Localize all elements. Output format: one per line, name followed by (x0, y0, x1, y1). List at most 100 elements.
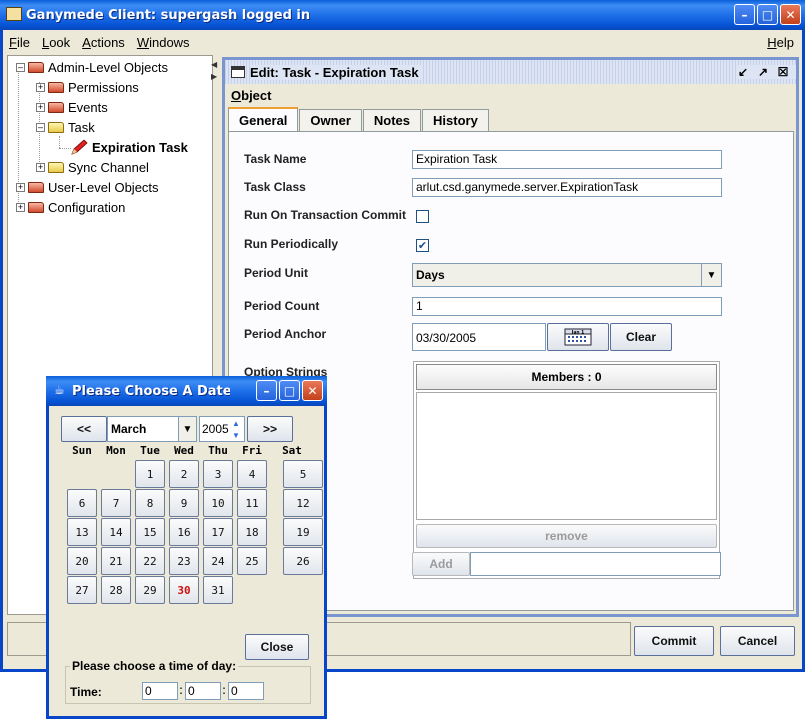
run-periodically-checkbox[interactable]: ✔ (416, 239, 429, 252)
add-button[interactable]: Add (412, 552, 470, 576)
dialog-title-bar[interactable]: ☕ Please Choose A Date And ... – □ ✕ (46, 376, 327, 406)
menu-object[interactable]: Object (231, 88, 271, 103)
period-anchor-field[interactable]: 03/30/2005 (412, 323, 546, 351)
menu-file[interactable]: File (3, 35, 36, 50)
day-button-24[interactable]: 24 (203, 547, 233, 575)
day-button-9[interactable]: 9 (169, 489, 199, 517)
expand-icon[interactable]: + (16, 202, 25, 212)
menu-windows[interactable]: Windows (131, 35, 196, 50)
day-button-23[interactable]: 23 (169, 547, 199, 575)
expand-icon[interactable]: + (16, 182, 25, 192)
day-button-16[interactable]: 16 (169, 518, 199, 546)
minimize-icon[interactable]: – (256, 380, 277, 401)
dropdown-arrow-icon[interactable]: ▼ (701, 264, 721, 286)
day-button-22[interactable]: 22 (135, 547, 165, 575)
day-button-28[interactable]: 28 (101, 576, 131, 604)
day-button-3[interactable]: 3 (203, 460, 233, 488)
next-month-button[interactable]: >> (247, 416, 293, 442)
day-button-18[interactable]: 18 (237, 518, 267, 546)
minimize-icon[interactable]: – (734, 4, 755, 25)
clear-button[interactable]: Clear (610, 323, 672, 351)
day-button-12[interactable]: 12 (283, 489, 323, 517)
day-button-5[interactable]: 5 (283, 460, 323, 488)
day-button-17[interactable]: 17 (203, 518, 233, 546)
close-icon[interactable]: ✕ (780, 4, 801, 25)
main-title-bar[interactable]: Ganymede Client: supergash logged in – □… (0, 0, 805, 30)
day-button-29[interactable]: 29 (135, 576, 165, 604)
spin-up-icon[interactable]: ▲ (228, 417, 244, 429)
day-button-30[interactable]: 30 (169, 576, 199, 604)
tab-history[interactable]: History (422, 109, 489, 131)
dropdown-arrow-icon[interactable]: ▼ (178, 417, 196, 441)
menu-actions[interactable]: Actions (76, 35, 131, 50)
month-select[interactable]: March ▼ (107, 416, 197, 442)
split-left-arrow-icon[interactable]: ◀ (211, 60, 217, 69)
day-button-31[interactable]: 31 (203, 576, 233, 604)
second-field[interactable]: 0 (228, 682, 264, 700)
expand-icon[interactable]: + (36, 102, 45, 112)
day-button-14[interactable]: 14 (101, 518, 131, 546)
period-count-field[interactable]: 1 (412, 297, 722, 316)
tree-node-task[interactable]: – Task (36, 118, 95, 136)
tab-notes[interactable]: Notes (362, 109, 422, 131)
day-button-25[interactable]: 25 (237, 547, 267, 575)
iconify-icon[interactable]: ↙ (736, 65, 750, 79)
run-on-commit-checkbox[interactable] (416, 210, 429, 223)
edit-frame-title-bar[interactable]: Edit: Task - Expiration Task ↙ ↗ ☒ (225, 60, 796, 84)
day-button-13[interactable]: 13 (67, 518, 97, 546)
maximize-frame-icon[interactable]: ↗ (756, 65, 770, 79)
pencil-icon (71, 139, 88, 155)
day-button-26[interactable]: 26 (283, 547, 323, 575)
close-icon[interactable]: ✕ (302, 380, 323, 401)
day-button-7[interactable]: 7 (101, 489, 131, 517)
tree-node-admin-level[interactable]: – Admin-Level Objects (16, 58, 168, 76)
tree-node-sync-channel[interactable]: + Sync Channel (36, 158, 149, 176)
day-button-10[interactable]: 10 (203, 489, 233, 517)
tree-node-events[interactable]: + Events (36, 98, 108, 116)
tree-node-permissions[interactable]: + Permissions (36, 78, 139, 96)
tree-node-user-level[interactable]: + User-Level Objects (16, 178, 159, 196)
day-button-2[interactable]: 2 (169, 460, 199, 488)
year-spinner[interactable]: 2005 ▲ ▼ (199, 416, 245, 442)
calendar-button[interactable]: Jan 1 (547, 323, 609, 351)
day-button-4[interactable]: 4 (237, 460, 267, 488)
hour-field[interactable]: 0 (142, 682, 178, 700)
expand-icon[interactable]: + (36, 162, 45, 172)
cancel-button[interactable]: Cancel (720, 626, 795, 656)
tab-owner[interactable]: Owner (299, 109, 362, 131)
day-button-6[interactable]: 6 (67, 489, 97, 517)
spin-down-icon[interactable]: ▼ (228, 429, 244, 441)
close-frame-icon[interactable]: ☒ (776, 65, 790, 79)
expand-icon[interactable]: + (36, 82, 45, 92)
collapse-icon[interactable]: – (36, 122, 45, 132)
menu-look[interactable]: Look (36, 35, 76, 50)
prev-month-button[interactable]: << (61, 416, 107, 442)
commit-button[interactable]: Commit (634, 626, 714, 656)
period-unit-combo[interactable]: Days ▼ (412, 263, 722, 287)
tree-node-expiration-task[interactable]: Expiration Task (70, 138, 188, 156)
maximize-icon[interactable]: □ (757, 4, 778, 25)
split-right-arrow-icon[interactable]: ▶ (211, 72, 217, 81)
add-option-field[interactable] (470, 552, 721, 576)
members-list[interactable] (416, 392, 717, 520)
menu-help[interactable]: Help (761, 35, 802, 50)
day-button-21[interactable]: 21 (101, 547, 131, 575)
collapse-icon[interactable]: – (16, 62, 25, 72)
task-name-field[interactable]: Expiration Task (412, 150, 722, 169)
day-button-11[interactable]: 11 (237, 489, 267, 517)
minute-field[interactable]: 0 (185, 682, 221, 700)
day-button-27[interactable]: 27 (67, 576, 97, 604)
task-class-field[interactable]: arlut.csd.ganymede.server.ExpirationTask (412, 178, 722, 197)
members-header[interactable]: Members : 0 (416, 364, 717, 390)
weekday-label: Fri (242, 444, 262, 457)
remove-button[interactable]: remove (416, 524, 717, 548)
day-button-20[interactable]: 20 (67, 547, 97, 575)
maximize-icon[interactable]: □ (279, 380, 300, 401)
day-button-19[interactable]: 19 (283, 518, 323, 546)
day-button-15[interactable]: 15 (135, 518, 165, 546)
tree-node-configuration[interactable]: + Configuration (16, 198, 125, 216)
tab-general[interactable]: General (228, 107, 299, 131)
dialog-close-button[interactable]: Close (245, 634, 309, 660)
day-button-1[interactable]: 1 (135, 460, 165, 488)
day-button-8[interactable]: 8 (135, 489, 165, 517)
